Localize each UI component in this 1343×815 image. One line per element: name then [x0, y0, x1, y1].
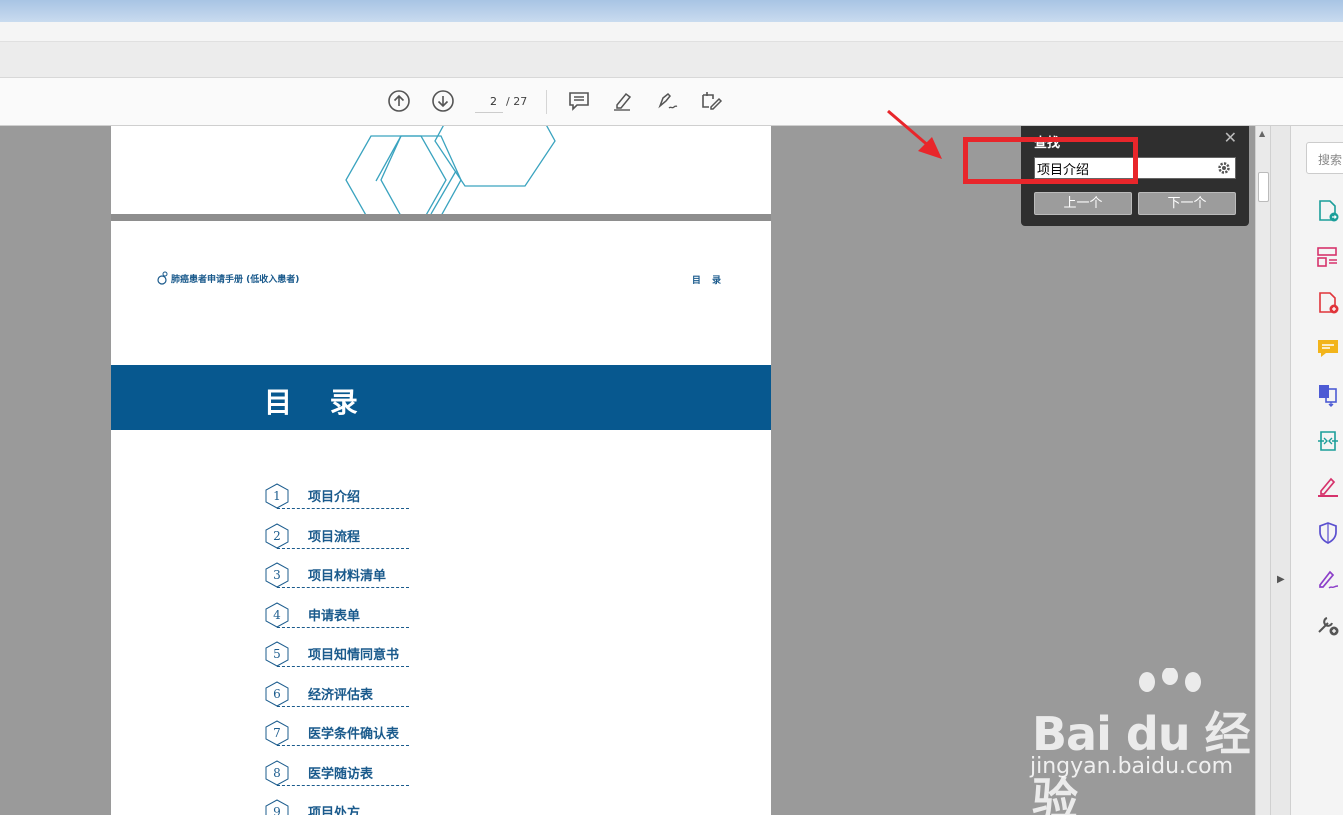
- toc-item[interactable]: 2 项目流程: [265, 522, 410, 553]
- toc-number-badge: 9: [265, 799, 289, 815]
- toc-number-badge: 5: [265, 641, 289, 667]
- fill-sign-icon[interactable]: [1315, 474, 1341, 500]
- toc-item[interactable]: 3 项目材料清单: [265, 562, 410, 592]
- combine-files-icon[interactable]: [1315, 382, 1341, 408]
- toc-label: 项目知情同意书: [308, 648, 400, 663]
- toc-number-badge: 6: [265, 680, 289, 707]
- toc-item[interactable]: 5 项目知情同意书: [265, 641, 410, 671]
- expand-pane-icon[interactable]: ▶: [1277, 574, 1285, 585]
- find-next-button[interactable]: 下一个: [1138, 192, 1236, 215]
- toolbar: / 27: [0, 78, 1343, 126]
- vertical-scrollbar[interactable]: ▲: [1255, 126, 1270, 815]
- toc-dashed-line: [277, 784, 409, 786]
- toc-label: 项目介绍: [308, 490, 361, 505]
- scroll-up-icon[interactable]: ▲: [1259, 129, 1265, 138]
- page-separator: [111, 214, 771, 221]
- find-title: 查找: [1034, 136, 1061, 151]
- toc-number-badge: 3: [265, 562, 289, 588]
- page-header-right: 目 录: [691, 276, 725, 286]
- toc-label: 医学条件确认表: [308, 727, 400, 742]
- window-title-bar: [0, 0, 1343, 22]
- toc-number: 1: [273, 489, 281, 503]
- page-total: / 27: [506, 95, 528, 108]
- toc-item[interactable]: 1 项目介绍: [265, 483, 410, 513]
- gear-icon[interactable]: [1216, 160, 1232, 176]
- toc-title: 目 录: [264, 386, 372, 419]
- header-left-text: 肺癌患者申请手册 (低收入患者): [171, 274, 300, 285]
- tools-pane: 搜索: [1290, 126, 1343, 815]
- arrow-down-circle-icon: [432, 90, 454, 112]
- find-input[interactable]: [1034, 157, 1236, 179]
- arrow-up-circle-icon: [388, 90, 410, 112]
- close-icon[interactable]: ✕: [1224, 128, 1237, 147]
- hexagon-decoration: [345, 126, 556, 214]
- toc-label: 项目处方: [308, 806, 361, 815]
- comment-button[interactable]: [566, 88, 592, 114]
- pdf-page-2: 肺癌患者申请手册 (低收入患者) 目 录 目 录 1 项目介绍 2 项目流程 3 项目材料…: [111, 221, 771, 815]
- toc-dashed-line: [277, 666, 409, 667]
- menu-bar: [0, 22, 1343, 42]
- toolbar-divider: [546, 90, 547, 114]
- toc-number-badge: 2: [265, 522, 289, 549]
- edit-button[interactable]: [698, 88, 724, 114]
- highlighter-icon: [614, 92, 632, 111]
- pen-sign-icon: [658, 92, 678, 109]
- comment-tool-icon[interactable]: [1315, 336, 1341, 362]
- toc-number-badge: 8: [265, 759, 289, 786]
- sign-button[interactable]: [654, 88, 680, 114]
- next-page-button[interactable]: [430, 88, 456, 114]
- toc-dashed-line: [277, 547, 409, 549]
- toc-number: 7: [273, 726, 281, 740]
- toc-number: 6: [273, 686, 281, 701]
- toc-banner: 目 录: [111, 365, 771, 430]
- document-viewport[interactable]: 肺癌患者申请手册 (低收入患者) 目 录 目 录 1 项目介绍 2 项目流程 3 项目材料…: [0, 126, 1255, 815]
- pdf-page-1: [111, 126, 771, 214]
- toc-number: 3: [273, 568, 281, 582]
- highlight-button[interactable]: [610, 88, 636, 114]
- toc-label: 项目材料清单: [308, 569, 387, 584]
- toc-dashed-line: [277, 508, 409, 509]
- find-panel: 查找 ✕ 上一个 下一个: [1021, 126, 1249, 226]
- toc-number-badge: 7: [265, 720, 289, 746]
- compress-icon[interactable]: [1315, 428, 1341, 454]
- toc-number: 9: [273, 805, 281, 815]
- create-pdf-icon[interactable]: [1315, 290, 1341, 316]
- more-tools-icon[interactable]: [1315, 612, 1341, 638]
- logo-icon: [157, 271, 168, 285]
- comment-icon: [569, 92, 589, 111]
- toc-item[interactable]: 4 申请表单: [265, 601, 410, 632]
- toc-dashed-line: [277, 745, 409, 746]
- toc-number: 5: [273, 647, 281, 661]
- export-pdf-icon[interactable]: [1315, 198, 1341, 224]
- toc-number: 2: [273, 528, 281, 543]
- scroll-thumb[interactable]: [1258, 172, 1269, 202]
- find-previous-button[interactable]: 上一个: [1034, 192, 1132, 215]
- toc-number-badge: 4: [265, 601, 289, 628]
- toc-item[interactable]: 8 医学随访表: [265, 759, 410, 790]
- pane-collapse-strip[interactable]: ▶: [1270, 126, 1290, 815]
- edit-document-icon: [702, 92, 723, 110]
- organize-pages-icon[interactable]: [1315, 244, 1341, 270]
- toc-label: 医学随访表: [308, 766, 374, 782]
- toc-number: 4: [273, 607, 281, 622]
- toc-number: 8: [273, 765, 281, 780]
- tools-search-input[interactable]: 搜索: [1306, 142, 1343, 174]
- toc-label: 申请表单: [308, 608, 361, 624]
- toc-dashed-line: [277, 705, 409, 707]
- tab-bar: [0, 42, 1343, 78]
- page-header-left: 肺癌患者申请手册 (低收入患者): [157, 271, 299, 285]
- previous-page-button[interactable]: [386, 88, 412, 114]
- toc-label: 项目流程: [308, 529, 361, 545]
- protect-shield-icon[interactable]: [1315, 520, 1341, 546]
- toc-item[interactable]: 6 经济评估表: [265, 680, 410, 711]
- request-signature-icon[interactable]: [1315, 566, 1341, 592]
- toc-dashed-line: [277, 587, 409, 588]
- toc-label: 经济评估表: [308, 687, 374, 703]
- toc-item[interactable]: 7 医学条件确认表: [265, 720, 410, 750]
- toc-dashed-line: [277, 626, 409, 628]
- page-number-input[interactable]: [475, 91, 503, 113]
- toc-number-badge: 1: [265, 483, 289, 509]
- toc-item[interactable]: 9 项目处方: [265, 799, 410, 815]
